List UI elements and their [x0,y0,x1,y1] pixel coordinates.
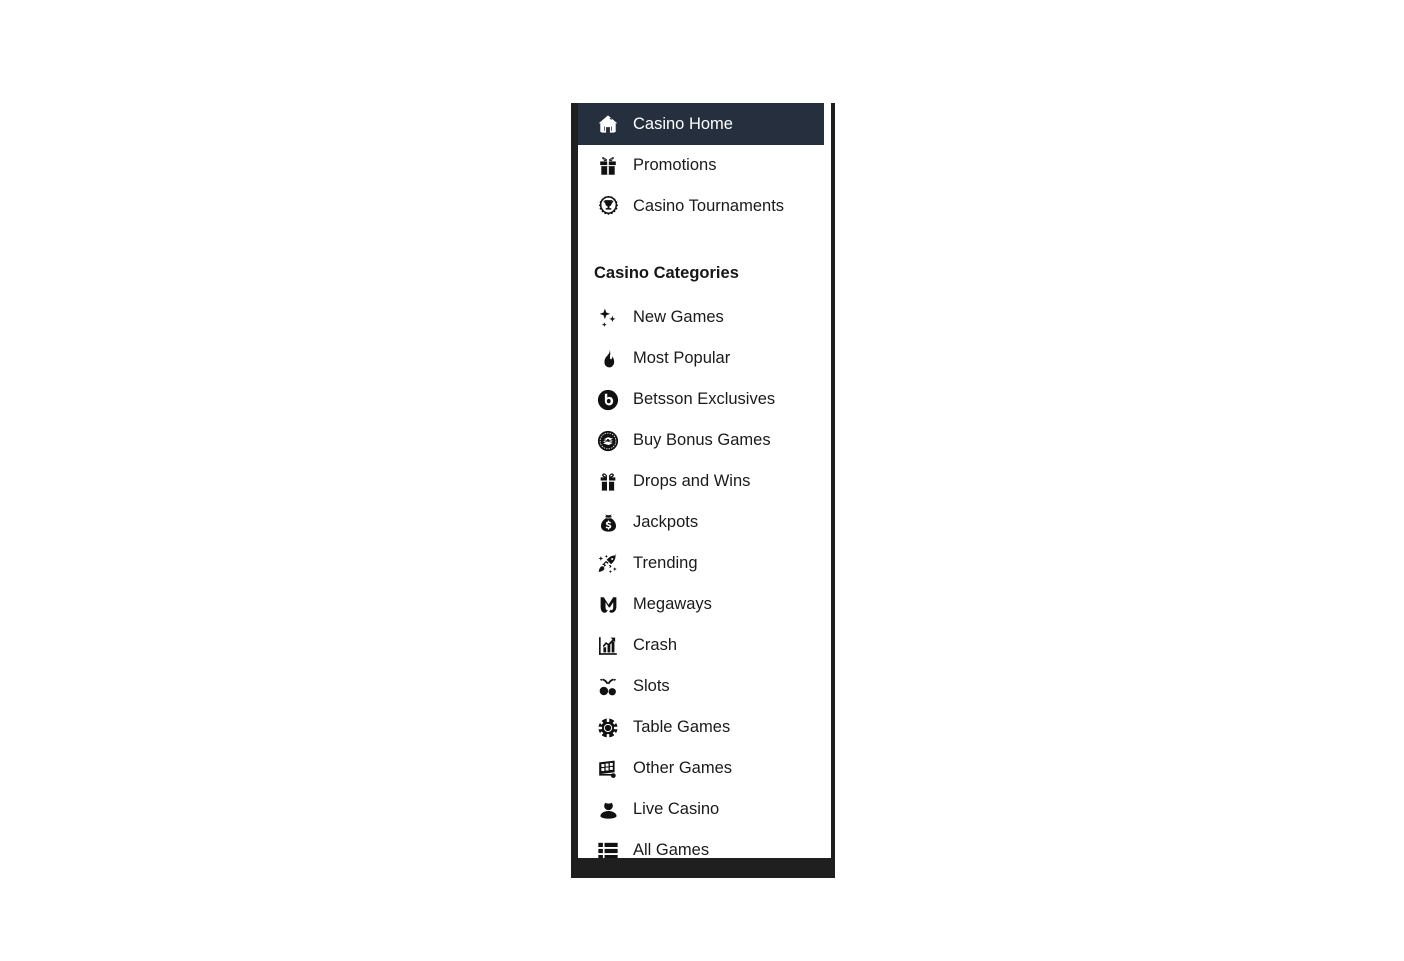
menu-item-label: Buy Bonus Games [633,431,771,450]
menu-item-promotions[interactable]: Promotions [578,145,831,186]
rocket-icon [594,551,622,577]
menu-item-crash[interactable]: Crash [578,625,831,666]
menu-item-most-popular[interactable]: Most Popular [578,338,831,379]
menu-item-other-games[interactable]: Other Games [578,748,831,789]
money-circle-icon [594,428,622,454]
trophy-wreath-icon [594,194,622,220]
menu-item-label: Crash [633,636,678,655]
menu-item-betsson-exclusives[interactable]: Betsson Exclusives [578,379,831,420]
menu-item-label: Casino Tournaments [633,197,785,216]
menu-item-label: Jackpots [633,513,699,532]
dealer-person-icon [594,797,622,823]
home-icon [594,111,622,137]
menu-item-jackpots[interactable]: Jackpots [578,502,831,543]
menu-item-label: Trending [633,554,698,573]
list-view-icon [594,838,622,858]
gift-box-icon [594,153,622,179]
menu-item-label: Betsson Exclusives [633,390,776,409]
money-bag-icon [594,510,622,536]
menu-item-casino-tournaments[interactable]: Casino Tournaments [578,186,831,227]
menu-item-megaways[interactable]: Megaways [578,584,831,625]
menu-item-table-games[interactable]: Table Games [578,707,831,748]
flame-icon [594,346,622,372]
menu-item-label: All Games [633,841,710,858]
menu-item-label: Promotions [633,156,717,175]
menu-item-label: Drops and Wins [633,472,751,491]
menu-item-all-games[interactable]: All Games [578,830,831,858]
menu-item-label: Live Casino [633,800,720,819]
sparkles-icon [594,305,622,331]
menu-item-buy-bonus-games[interactable]: Buy Bonus Games [578,420,831,461]
casino-menu-frame: Casino Home Promotions Casino Tournament… [571,103,835,878]
menu-item-casino-home[interactable]: Casino Home [578,103,824,145]
screen: Casino Home Promotions Casino Tournament… [0,0,1404,961]
menu-item-live-casino[interactable]: Live Casino [578,789,831,830]
growth-chart-icon [594,633,622,659]
menu-item-label: Megaways [633,595,712,614]
betsson-b-circle-icon [594,387,622,413]
menu-item-label: Most Popular [633,349,731,368]
megaways-m-icon [594,592,622,618]
menu-item-label: Table Games [633,718,731,737]
gift-icon [594,469,622,495]
casino-navigation-menu: Casino Home Promotions Casino Tournament… [578,103,831,858]
menu-item-new-games[interactable]: New Games [578,297,831,338]
menu-item-drops-and-wins[interactable]: Drops and Wins [578,461,831,502]
menu-item-label: New Games [633,308,724,327]
menu-item-label: Casino Home [633,114,733,133]
menu-item-label: Other Games [633,759,733,778]
bingo-card-icon [594,756,622,782]
cherries-icon [594,674,622,700]
poker-chip-icon [594,715,622,741]
menu-item-trending[interactable]: Trending [578,543,831,584]
section-heading-casino-categories: Casino Categories [594,263,739,282]
menu-item-slots[interactable]: Slots [578,666,831,707]
menu-item-label: Slots [633,677,670,696]
